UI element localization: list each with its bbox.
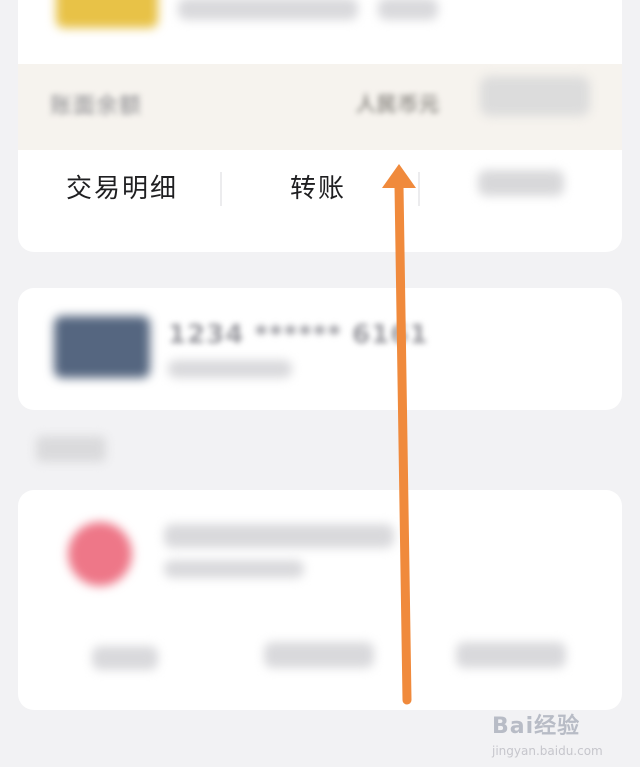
arrow-head [382, 164, 416, 188]
arrow-shaft [394, 181, 412, 705]
up-arrow-annotation [382, 164, 416, 705]
watermark-text: Bai经验 [492, 714, 581, 739]
watermark-subtext: jingyan.baidu.com [492, 744, 603, 758]
